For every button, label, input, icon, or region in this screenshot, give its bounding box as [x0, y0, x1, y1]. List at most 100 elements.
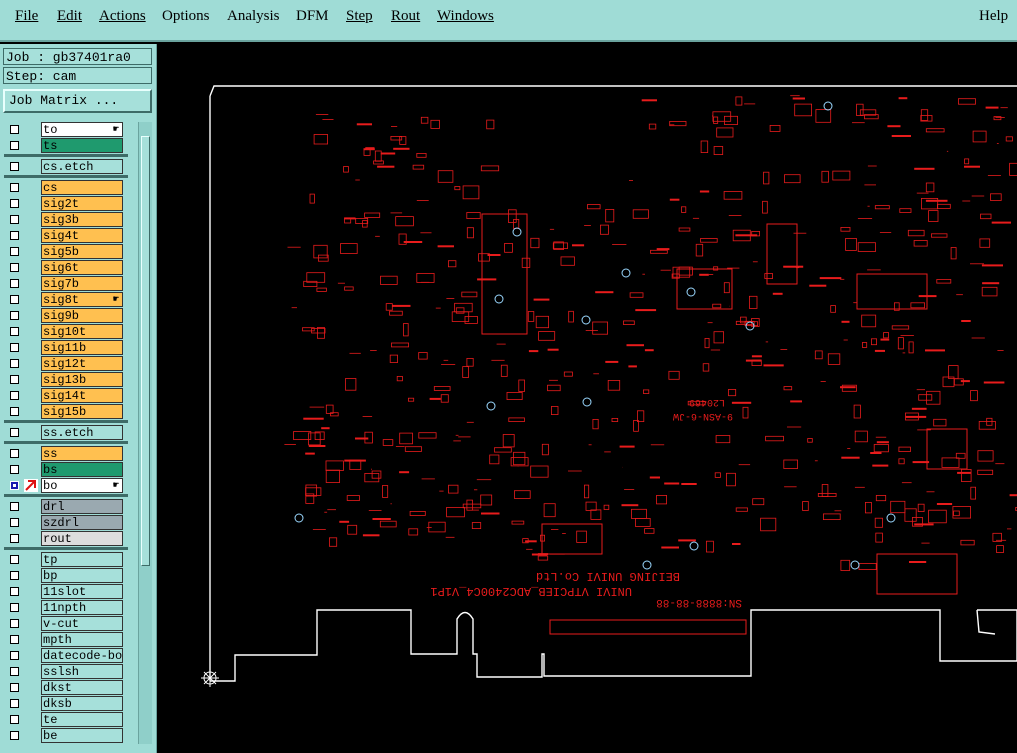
layer-checkbox[interactable]: [10, 465, 19, 474]
layer-row-ts[interactable]: ts: [4, 138, 128, 153]
layer-checkbox[interactable]: [10, 141, 19, 150]
layer-row-drl[interactable]: drl: [4, 499, 128, 514]
layer-name[interactable]: 11slot: [41, 584, 123, 599]
graphics-canvas[interactable]: BEIJING UNIVI Co.Ltd UNIVI VTPCIEB_ADC24…: [157, 44, 1017, 753]
layer-row-v-cut[interactable]: v-cut: [4, 616, 128, 631]
layer-name[interactable]: sig10t: [41, 324, 123, 339]
layer-row-ss[interactable]: ss: [4, 446, 128, 461]
layer-name[interactable]: sig7b: [41, 276, 123, 291]
layer-row-11slot[interactable]: 11slot: [4, 584, 128, 599]
layer-name[interactable]: bo ☛: [41, 478, 123, 493]
layer-name[interactable]: rout: [41, 531, 123, 546]
layer-row-ss-etch[interactable]: ss.etch: [4, 425, 128, 440]
layer-name[interactable]: sig2t: [41, 196, 123, 211]
layer-checkbox[interactable]: [10, 183, 19, 192]
layer-checkbox[interactable]: [10, 263, 19, 272]
layer-row-sig7b[interactable]: sig7b: [4, 276, 128, 291]
layer-name[interactable]: sig4t: [41, 228, 123, 243]
layer-checkbox[interactable]: [10, 428, 19, 437]
layer-name[interactable]: cs: [41, 180, 123, 195]
layer-row-be[interactable]: be: [4, 728, 128, 743]
layer-name[interactable]: sig14t: [41, 388, 123, 403]
layer-checkbox[interactable]: [10, 651, 19, 660]
layer-checkbox[interactable]: [10, 279, 19, 288]
layer-row-sig10t[interactable]: sig10t: [4, 324, 128, 339]
layer-checkbox[interactable]: [10, 199, 19, 208]
layer-name[interactable]: cs.etch: [41, 159, 123, 174]
layer-checkbox[interactable]: [10, 518, 19, 527]
layer-row-sig12t[interactable]: sig12t: [4, 356, 128, 371]
layer-row-bs[interactable]: bs: [4, 462, 128, 477]
layer-row-mpth[interactable]: mpth: [4, 632, 128, 647]
layer-name[interactable]: 11npth: [41, 600, 123, 615]
layer-row-sig5b[interactable]: sig5b: [4, 244, 128, 259]
layer-name[interactable]: sig6t: [41, 260, 123, 275]
layer-row-sig11b[interactable]: sig11b: [4, 340, 128, 355]
layer-checkbox[interactable]: [10, 359, 19, 368]
layer-name[interactable]: mpth: [41, 632, 123, 647]
layer-checkbox[interactable]: [10, 162, 19, 171]
layer-scrollbar[interactable]: [138, 122, 152, 744]
layer-name[interactable]: be: [41, 728, 123, 743]
layer-name[interactable]: sig11b: [41, 340, 123, 355]
layer-row-te[interactable]: te: [4, 712, 128, 727]
layer-name[interactable]: sig9b: [41, 308, 123, 323]
layer-checkbox[interactable]: [10, 555, 19, 564]
menu-help[interactable]: Help: [979, 8, 1008, 25]
layer-checkbox[interactable]: [10, 715, 19, 724]
layer-checkbox[interactable]: [10, 683, 19, 692]
layer-row-bp[interactable]: bp: [4, 568, 128, 583]
layer-row-szdrl[interactable]: szdrl: [4, 515, 128, 530]
layer-checkbox[interactable]: [10, 391, 19, 400]
layer-row-rout[interactable]: rout: [4, 531, 128, 546]
menu-options[interactable]: Options: [162, 8, 210, 25]
layer-checkbox[interactable]: [10, 481, 19, 490]
menu-rout[interactable]: Rout: [391, 8, 420, 25]
layer-name[interactable]: dkst: [41, 680, 123, 695]
menu-step[interactable]: Step: [346, 8, 373, 25]
layer-name[interactable]: sig12t: [41, 356, 123, 371]
layer-checkbox[interactable]: [10, 619, 19, 628]
layer-checkbox[interactable]: [10, 343, 19, 352]
layer-name[interactable]: datecode-bo: [41, 648, 123, 663]
layer-checkbox[interactable]: [10, 587, 19, 596]
layer-checkbox[interactable]: [10, 327, 19, 336]
layer-name[interactable]: szdrl: [41, 515, 123, 530]
layer-row-sig15b[interactable]: sig15b: [4, 404, 128, 419]
menu-actions[interactable]: Actions: [99, 8, 146, 25]
layer-checkbox[interactable]: [10, 635, 19, 644]
layer-checkbox[interactable]: [10, 407, 19, 416]
layer-checkbox[interactable]: [10, 449, 19, 458]
layer-checkbox[interactable]: [10, 247, 19, 256]
layer-name[interactable]: drl: [41, 499, 123, 514]
layer-checkbox[interactable]: [10, 311, 19, 320]
layer-name[interactable]: to ☛: [41, 122, 123, 137]
layer-name[interactable]: bs: [41, 462, 123, 477]
layer-name[interactable]: sig13b: [41, 372, 123, 387]
layer-row-sig8t[interactable]: sig8t ☛: [4, 292, 128, 307]
menu-dfm[interactable]: DFM: [296, 8, 329, 25]
layer-checkbox[interactable]: [10, 295, 19, 304]
menu-windows[interactable]: Windows: [437, 8, 494, 25]
layer-row-dksb[interactable]: dksb: [4, 696, 128, 711]
menu-analysis[interactable]: Analysis: [227, 8, 280, 25]
layer-checkbox[interactable]: [10, 667, 19, 676]
layer-checkbox[interactable]: [10, 571, 19, 580]
layer-name[interactable]: sig8t ☛: [41, 292, 123, 307]
layer-checkbox[interactable]: [10, 502, 19, 511]
layer-row-sig14t[interactable]: sig14t: [4, 388, 128, 403]
layer-checkbox[interactable]: [10, 215, 19, 224]
layer-name[interactable]: tp: [41, 552, 123, 567]
layer-row-bo[interactable]: bo ☛: [4, 478, 128, 493]
layer-row-sig2t[interactable]: sig2t: [4, 196, 128, 211]
layer-row-dkst[interactable]: dkst: [4, 680, 128, 695]
layer-name[interactable]: ss.etch: [41, 425, 123, 440]
layer-checkbox[interactable]: [10, 699, 19, 708]
layer-name[interactable]: dksb: [41, 696, 123, 711]
layer-checkbox[interactable]: [10, 603, 19, 612]
layer-row-cs-etch[interactable]: cs.etch: [4, 159, 128, 174]
layer-row-to[interactable]: to ☛: [4, 122, 128, 137]
menu-file[interactable]: File: [15, 8, 38, 25]
layer-row-sslsh[interactable]: sslsh: [4, 664, 128, 679]
scrollbar-thumb[interactable]: [141, 136, 150, 566]
